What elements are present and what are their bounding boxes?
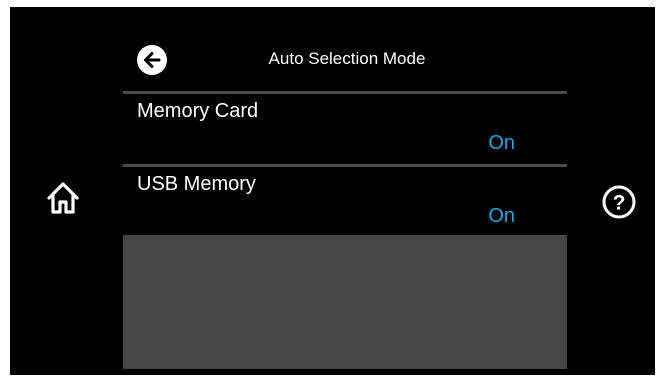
header: Auto Selection Mode — [123, 35, 567, 91]
setting-label: Memory Card — [137, 100, 259, 122]
help-button[interactable]: ? — [598, 181, 640, 223]
setting-value: On — [488, 205, 515, 227]
empty-list-area — [123, 235, 567, 369]
setting-row-memory-card[interactable]: Memory Card On — [123, 94, 567, 164]
setting-label: USB Memory — [137, 173, 256, 195]
back-button[interactable] — [137, 45, 167, 75]
help-icon: ? — [602, 185, 636, 219]
page-title: Auto Selection Mode — [268, 49, 426, 68]
home-icon — [47, 182, 79, 214]
printer-screen: Auto Selection Mode Memory Card On USB M… — [10, 7, 655, 375]
help-glyph: ? — [613, 192, 626, 215]
home-button[interactable] — [40, 175, 86, 221]
settings-panel: Auto Selection Mode Memory Card On USB M… — [123, 35, 567, 369]
setting-value: On — [488, 132, 515, 154]
back-arrow-icon — [144, 52, 161, 68]
setting-row-usb-memory[interactable]: USB Memory On — [123, 167, 567, 237]
